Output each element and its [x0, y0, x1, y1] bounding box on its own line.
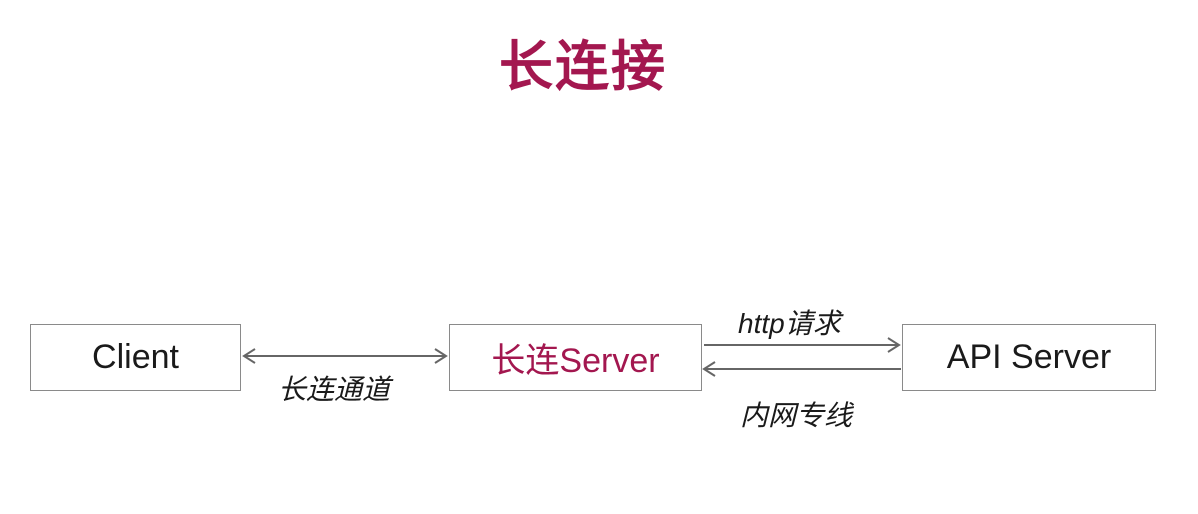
edge-label-http-request: http请求 [738, 308, 841, 339]
api-server-node: API Server [902, 324, 1156, 391]
client-label: Client [92, 338, 179, 376]
arrow-private-line [702, 361, 901, 377]
edge-label-channel: 长连通道 [278, 374, 391, 405]
long-connection-server-node: 长连Server [449, 324, 702, 391]
diagram-slide: 长连接 Client 长连Server API Server 长连通道 http… [0, 0, 1198, 514]
long-connection-server-label: 长连Server [491, 342, 660, 380]
connection-arrows [242, 337, 901, 377]
api-server-label: API Server [946, 338, 1112, 376]
edge-label-private-line: 内网专线 [740, 400, 853, 431]
client-node: Client [30, 324, 241, 391]
arrow-channel [242, 348, 448, 364]
